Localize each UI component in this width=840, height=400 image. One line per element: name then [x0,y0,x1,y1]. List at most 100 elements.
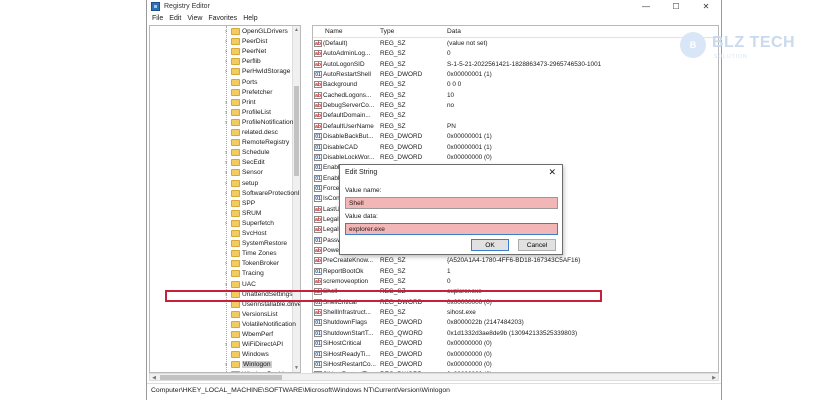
expand-chevron-icon[interactable]: › [223,361,229,369]
tree-item[interactable]: › ProfileList [150,108,300,118]
tree-item[interactable]: › PeerNet [150,47,300,57]
value-name-field[interactable] [345,197,558,209]
expand-chevron-icon[interactable]: › [223,220,229,228]
scroll-right-arrow-icon[interactable]: ▶ [710,374,718,381]
value-row[interactable]: ab DefaultDomain... REG_SZ [313,111,718,121]
expand-chevron-icon[interactable]: › [223,28,229,36]
tree-item[interactable]: VolatileNotification [150,320,300,330]
tree-item[interactable]: › Schedule [150,148,300,158]
expand-chevron-icon[interactable]: › [223,58,229,66]
tree-item[interactable]: › Sensor [150,168,300,178]
value-row[interactable]: 01 DisableCAD REG_DWORD 0x00000001 (1) [313,143,718,153]
value-row[interactable]: ab ShellInfrastruct... REG_SZ sihost.exe [313,308,718,318]
expand-chevron-icon[interactable]: › [223,169,229,177]
tree-item[interactable]: › ProfileNotification [150,118,300,128]
tree-item[interactable]: › SystemRestore [150,239,300,249]
expand-chevron-icon[interactable]: › [223,341,229,349]
value-row[interactable]: 01 ShutdownFlags REG_DWORD 0x8000022b (2147… [313,318,718,328]
expand-chevron-icon[interactable]: › [223,99,229,107]
tree-item[interactable]: › OpenGLDrivers [150,27,300,37]
tree-item[interactable]: WbemPerf [150,330,300,340]
tree-item[interactable]: › Winlogon [150,360,300,370]
value-row[interactable]: ab PreCreateKnow... REG_SZ {A520A1A4-1780-4… [313,256,718,266]
tree-item[interactable]: › PeerDist [150,37,300,47]
minimize-button[interactable]: — [631,0,661,13]
tree-item[interactable]: Ports [150,78,300,88]
dialog-close-icon[interactable]: ✕ [548,167,556,178]
value-row[interactable]: ab DebugServerCo... REG_SZ no [313,101,718,111]
value-row[interactable]: ab DefaultUserName REG_SZ PN [313,122,718,132]
expand-chevron-icon[interactable] [223,89,229,97]
expand-chevron-icon[interactable] [223,321,229,329]
expand-chevron-icon[interactable]: › [223,260,229,268]
menu-file[interactable]: File [152,15,163,22]
value-row[interactable]: 01 DisableLockWor... REG_DWORD 0x00000000 (… [313,153,718,163]
horizontal-scrollbar[interactable]: ◀ ▶ [149,373,719,381]
expand-chevron-icon[interactable]: › [223,180,229,188]
tree-item[interactable]: VersionsList [150,310,300,320]
tree-item[interactable]: › PerHwIdStorage [150,67,300,77]
menu-favorites[interactable]: Favorites [208,15,237,22]
ok-button[interactable]: OK [471,239,509,251]
menu-view[interactable]: View [187,15,202,22]
horizontal-scroll-thumb[interactable] [160,375,282,380]
tree-item[interactable]: › SecEdit [150,158,300,168]
expand-chevron-icon[interactable] [223,311,229,319]
tree-item[interactable]: › SoftwareProtectionI [150,189,300,199]
value-row[interactable]: ab Background REG_SZ 0 0 0 [313,80,718,90]
tree-item[interactable]: related.desc [150,128,300,138]
maximize-button[interactable]: ☐ [661,0,691,13]
expand-chevron-icon[interactable]: › [223,240,229,248]
value-row[interactable]: 01 AutoRestartShell REG_DWORD 0x00000001 (1… [313,70,718,80]
cancel-button[interactable]: Cancel [518,239,556,251]
expand-chevron-icon[interactable]: › [223,200,229,208]
value-row[interactable]: 01 ShutdownStartT... REG_QWORD 0x1d1332d3ae… [313,329,718,339]
value-row[interactable]: 01 SiHostRestartCo... REG_DWORD 0x00000000 … [313,360,718,370]
expand-chevron-icon[interactable]: › [223,190,229,198]
column-header-type[interactable]: Type [380,28,394,35]
menu-help[interactable]: Help [243,15,257,22]
value-row[interactable]: 01 ReportBootOk REG_SZ 1 [313,267,718,277]
expand-chevron-icon[interactable] [223,129,229,137]
expand-chevron-icon[interactable]: › [223,250,229,258]
tree-item[interactable]: › WiFiDirectAPI [150,340,300,350]
tree-item[interactable]: › Print [150,98,300,108]
tree-item[interactable]: › Time Zones [150,249,300,259]
value-row[interactable]: 01 SiHostReadyTi... REG_DWORD 0x00000000 (0… [313,350,718,360]
expand-chevron-icon[interactable]: › [223,270,229,278]
value-row[interactable]: ab (Default) REG_SZ (value not set) [313,39,718,49]
expand-chevron-icon[interactable]: › [223,48,229,56]
value-row[interactable]: ab AutoAdminLog... REG_SZ 0 [313,49,718,59]
expand-chevron-icon[interactable]: › [223,149,229,157]
tree-item[interactable]: › Superfetch [150,219,300,229]
close-button[interactable]: ✕ [691,0,721,13]
tree-item[interactable]: › SPP [150,199,300,209]
expand-chevron-icon[interactable]: › [223,38,229,46]
tree-item[interactable]: SvcHost [150,229,300,239]
value-row[interactable]: 01 DisableBackBut... REG_DWORD 0x00000001 (… [313,132,718,142]
tree-item[interactable]: › UAC [150,280,300,290]
column-header-name[interactable]: Name [325,28,343,35]
expand-chevron-icon[interactable]: › [223,159,229,167]
value-row[interactable]: ab CachedLogons... REG_SZ 10 [313,91,718,101]
expand-chevron-icon[interactable] [223,79,229,87]
expand-chevron-icon[interactable] [223,331,229,339]
tree-item[interactable]: › Tracing [150,269,300,279]
value-row[interactable]: 01 SiHostCritical REG_DWORD 0x00000000 (0) [313,339,718,349]
tree-item[interactable]: RemoteRegistry [150,138,300,148]
expand-chevron-icon[interactable] [223,139,229,147]
expand-chevron-icon[interactable]: › [223,109,229,117]
scroll-left-arrow-icon[interactable]: ◀ [150,374,158,381]
tree-item[interactable]: Windows [150,350,300,360]
menu-edit[interactable]: Edit [169,15,181,22]
value-row[interactable]: ab AutoLogonSID REG_SZ S-1-5-21-2022561421-… [313,60,718,70]
expand-chevron-icon[interactable] [223,230,229,238]
tree-item[interactable]: › Perflib [150,57,300,67]
expand-chevron-icon[interactable]: › [223,210,229,218]
column-header-data[interactable]: Data [447,28,461,35]
expand-chevron-icon[interactable]: › [223,281,229,289]
expand-chevron-icon[interactable]: › [223,68,229,76]
tree-item[interactable]: › TokenBroker [150,259,300,269]
value-row[interactable]: ab scremoveoption REG_SZ 0 [313,277,718,287]
expand-chevron-icon[interactable]: › [223,119,229,127]
